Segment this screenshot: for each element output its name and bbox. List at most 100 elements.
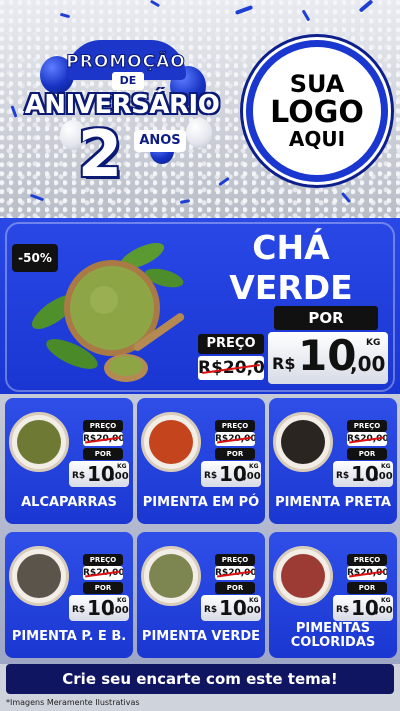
unit-label: KG: [249, 597, 259, 604]
new-price: R$ 10,00 KG: [69, 595, 129, 621]
confetti: [358, 0, 374, 13]
product-card: PREÇOR$20,00 PORR$10,00KG ALCAPARRAS: [5, 398, 133, 524]
price-decimal: ,00: [243, 471, 261, 482]
price-decimal: ,00: [375, 471, 393, 482]
preco-label: PREÇO: [215, 554, 255, 566]
old-price: R$20,00: [198, 356, 264, 380]
por-label: POR: [215, 448, 255, 460]
promo-number: 2: [77, 118, 123, 192]
preco-label: PREÇO: [347, 554, 387, 566]
featured-title-line: VERDE: [229, 268, 353, 307]
spice-bowl-image: [141, 546, 201, 606]
new-price: R$ 10,00 KG: [333, 595, 393, 621]
featured-title-line: CHÁ: [252, 228, 330, 267]
price-decimal: ,00: [111, 471, 129, 482]
preco-label: PREÇO: [198, 334, 264, 354]
promo-anos-label: ANOS: [134, 130, 186, 152]
price-decimal: ,00: [111, 605, 129, 616]
currency: R$: [336, 605, 350, 615]
unit-label: KG: [381, 597, 391, 604]
product-card: PREÇOR$20,00 PORR$10,00KGPIMENTAS COLORID…: [269, 532, 397, 658]
featured-title: CHÁ VERDE: [196, 228, 386, 308]
promo-de-label: DE: [112, 72, 144, 90]
spice-fill: [149, 554, 193, 598]
disclaimer: *Imagens Meramente Ilustrativas: [6, 698, 140, 707]
por-label: POR: [83, 582, 123, 594]
unit-label: KG: [249, 463, 259, 470]
price-decimal: ,00: [350, 352, 386, 376]
currency: R$: [72, 605, 86, 615]
por-label: POR: [274, 306, 378, 330]
confetti: [149, 0, 161, 8]
new-price: R$ 10,00 KG: [69, 461, 129, 487]
logo-line: AQUI: [288, 126, 346, 151]
logo-line: LOGO: [270, 95, 364, 131]
product-name: ALCAPARRAS: [21, 495, 117, 510]
confetti: [301, 9, 311, 22]
spice-fill: [281, 420, 325, 464]
spice-bowl-image: [273, 412, 333, 472]
confetti: [179, 199, 191, 204]
currency: R$: [204, 605, 218, 615]
anniversary-badge: PROMOÇÃO DE ANIVERSÁRIO 2 ANOS: [8, 40, 236, 190]
promo-title: ANIVERSÁRIO: [24, 90, 220, 120]
product-card: PREÇOR$20,00 PORR$10,00KG PIMENTA VERDE: [137, 532, 265, 658]
spice-fill: [281, 554, 325, 598]
product-name: PIMENTA P. E B.: [11, 629, 127, 644]
price-integer: 10: [298, 331, 357, 380]
unit-label: KG: [117, 463, 127, 470]
old-price: R$20,00: [215, 566, 255, 580]
por-label: POR: [215, 582, 255, 594]
new-price: R$ 10,00 KG: [201, 595, 261, 621]
por-label: POR: [347, 582, 387, 594]
product-card: PREÇOR$20,00 PORR$10,00KG PIMENTA EM PÓ: [137, 398, 265, 524]
cta-banner[interactable]: Crie seu encarte com este tema!: [6, 664, 394, 694]
unit-label: KG: [381, 463, 391, 470]
currency: R$: [204, 471, 218, 481]
spice-fill: [149, 420, 193, 464]
confetti: [234, 5, 254, 15]
featured-price-tag: POR PREÇO R$20,00 R$ 10 ,00 KG: [198, 306, 394, 386]
spice-bowl-image: [141, 412, 201, 472]
new-price: R$ 10,00 KG: [333, 461, 393, 487]
product-name: PIMENTA PRETA: [275, 495, 391, 510]
spice-bowl-image: [273, 546, 333, 606]
price-decimal: ,00: [243, 605, 261, 616]
unit-label: KG: [366, 338, 381, 348]
currency: R$: [336, 471, 350, 481]
spice-bowl-image: [9, 546, 69, 606]
confetti: [59, 12, 71, 19]
product-card: PREÇOR$20,00 PORR$10,00KG PIMENTA P. E B.: [5, 532, 133, 658]
old-price: R$20,00: [347, 566, 387, 580]
confetti: [340, 191, 352, 204]
logo-line: SUA: [289, 70, 345, 99]
spice-fill: [17, 420, 61, 464]
old-price: R$20,00: [347, 432, 387, 446]
old-price: R$20,00: [215, 432, 255, 446]
old-price: R$20,00: [83, 566, 123, 580]
new-price: R$ 10,00 KG: [201, 461, 261, 487]
confetti: [29, 193, 45, 202]
spice-fill: [17, 554, 61, 598]
featured-product: -50% CHÁ VERDE POR PREÇO R$20,00 R$ 10 ,…: [0, 218, 400, 394]
discount-badge: -50%: [12, 244, 58, 272]
spice-bowl-image: [9, 412, 69, 472]
product-name: PIMENTAS COLORIDAS: [290, 621, 376, 650]
product-name: PIMENTA VERDE: [141, 629, 261, 644]
por-label: POR: [83, 448, 123, 460]
currency: R$: [272, 354, 296, 373]
preco-label: PREÇO: [347, 420, 387, 432]
currency: R$: [72, 471, 86, 481]
header-banner: PROMOÇÃO DE ANIVERSÁRIO 2 ANOS SUA LOGO …: [0, 0, 400, 218]
unit-label: KG: [117, 597, 127, 604]
logo-placeholder: SUA LOGO AQUI: [246, 40, 388, 182]
preco-label: PREÇO: [83, 420, 123, 432]
por-label: POR: [347, 448, 387, 460]
product-card: PREÇOR$20,00 PORR$10,00KG PIMENTA PRETA: [269, 398, 397, 524]
preco-label: PREÇO: [215, 420, 255, 432]
old-price: R$20,00: [83, 432, 123, 446]
preco-label: PREÇO: [83, 554, 123, 566]
product-name: PIMENTA EM PÓ: [142, 495, 260, 510]
price-decimal: ,00: [375, 605, 393, 616]
new-price: R$ 10 ,00 KG: [268, 331, 388, 384]
